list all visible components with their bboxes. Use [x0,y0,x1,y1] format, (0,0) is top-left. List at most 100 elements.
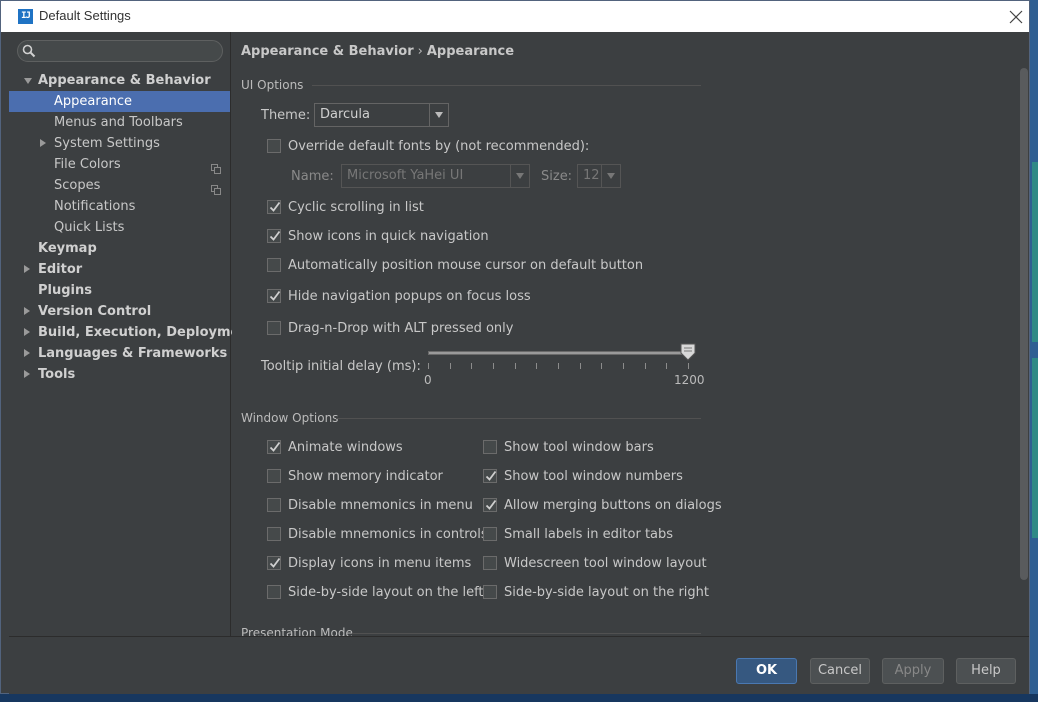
settings-content: Appearance & Behavior › Appearance UI Opti… [232,32,1029,636]
slider-tick [558,363,559,369]
checkbox-label: Animate windows [288,440,403,455]
search-icon [22,44,36,58]
sidebar-item-label: File Colors [54,157,121,172]
close-icon[interactable] [1005,6,1027,28]
sidebar-item-file-colors[interactable]: File Colors [9,154,230,175]
check-icon [269,290,281,301]
cancel-button[interactable]: Cancel [810,658,870,684]
sidebar-item-scopes[interactable]: Scopes [9,175,230,196]
tooltip-min-label: 0 [424,373,432,387]
breadcrumb-parent: Appearance & Behavior [241,44,414,59]
checkbox-box [267,139,281,153]
slider-tick [666,363,667,369]
check-icon [269,201,281,212]
checkbox-label: Automatically position mouse cursor on d… [288,258,644,273]
search-input[interactable] [17,40,223,62]
chevron-down-icon[interactable] [24,78,32,84]
checkbox-label: Show tool window numbers [504,469,683,484]
checkbox-box [483,469,497,483]
title-bar[interactable]: IJ Default Settings [1,1,1029,32]
slider-tick [536,363,537,369]
sidebar-item-system-settings[interactable]: System Settings [9,133,230,154]
check-icon [269,230,281,241]
checkbox-box [267,498,281,512]
slider-tick [471,363,472,369]
section-divider [352,633,701,634]
tooltip-delay-slider[interactable] [428,351,691,355]
sidebar-item-languages-frameworks[interactable]: Languages & Frameworks [9,343,230,364]
sidebar-item-label: Menus and Toolbars [54,115,183,130]
sidebar-item-label: Appearance & Behavior [38,73,211,88]
checkbox-box [483,498,497,512]
slider-tick [515,363,516,369]
theme-select-value: Darcula [320,107,371,122]
checkbox-label: Small labels in editor tabs [504,527,674,542]
override-fonts-label: Override default fonts by (not recommend… [288,139,590,154]
section-divider [336,418,701,419]
tooltip-delay-label: Tooltip initial delay (ms): [261,359,421,374]
sidebar-item-tools[interactable]: Tools [9,364,230,385]
sidebar-item-menus-and-toolbars[interactable]: Menus and Toolbars [9,112,230,133]
chevron-right-icon[interactable] [24,265,30,273]
app-logo-icon: IJ [18,9,33,24]
sidebar-item-keymap[interactable]: Keymap [9,238,230,259]
slider-tick [493,363,494,369]
slider-thumb[interactable] [680,343,696,361]
checkbox-box [267,527,281,541]
ok-button[interactable]: OK [736,658,797,684]
sidebar-item-label: Keymap [38,241,97,256]
slider-fill [429,352,689,354]
checkbox-label: Cyclic scrolling in list [288,200,424,215]
sidebar-item-quick-lists[interactable]: Quick Lists [9,217,230,238]
sidebar-item-appearance-behavior[interactable]: Appearance & Behavior [9,70,230,91]
sidebar-item-version-control[interactable]: Version Control [9,301,230,322]
sidebar-item-label: Version Control [38,304,152,319]
sidebar-item-notifications[interactable]: Notifications [9,196,230,217]
desktop-window-edge [1032,358,1038,538]
checkbox-box [267,200,281,214]
slider-tick [580,363,581,369]
chevron-down-icon [510,165,529,187]
copy-icon [211,160,221,174]
sidebar-item-label: Tools [38,367,76,382]
section-divider [312,85,701,86]
chevron-right-icon[interactable] [24,349,30,357]
checkbox-box [267,289,281,303]
apply-button[interactable]: Apply [882,658,944,684]
checkbox-box [483,440,497,454]
chevron-down-icon [429,104,448,126]
sidebar-item-build-execution-deployment[interactable]: Build, Execution, Deployment [9,322,255,343]
checkbox-label: Disable mnemonics in menu [288,498,473,513]
theme-select[interactable]: Darcula [314,103,449,127]
sidebar-item-label: System Settings [54,136,160,151]
checkbox-label: Show tool window bars [504,440,654,455]
chevron-right-icon[interactable] [40,139,46,147]
checkbox-label: Allow merging buttons on dialogs [504,498,722,513]
scrollbar-thumb[interactable] [1020,68,1028,580]
font-name-label: Name: [291,169,334,184]
check-icon [485,470,497,481]
checkbox-box [267,321,281,335]
checkbox-box [267,556,281,570]
chevron-right-icon[interactable] [24,370,30,378]
tooltip-max-label: 1200 [674,373,705,387]
presentation-mode-heading: Presentation Mode [241,626,353,636]
checkbox-box [267,229,281,243]
help-button[interactable]: Help [956,658,1016,684]
desktop-window-edge [1032,162,1038,342]
sidebar-item-appearance[interactable]: Appearance [9,91,230,112]
chevron-right-icon[interactable] [24,307,30,315]
check-icon [269,441,281,452]
settings-sidebar: Appearance & Behavior Appearance Menus and… [9,32,255,636]
sidebar-item-plugins[interactable]: Plugins [9,280,230,301]
copy-icon [211,181,221,195]
checkbox-box [483,556,497,570]
window-title: Default Settings [39,8,131,23]
check-icon [269,557,281,568]
sidebar-item-editor[interactable]: Editor [9,259,230,280]
checkbox-box [267,258,281,272]
chevron-right-icon[interactable] [24,328,30,336]
checkbox-box [267,585,281,599]
slider-tick [601,363,602,369]
font-size-select: 12 [577,164,621,188]
